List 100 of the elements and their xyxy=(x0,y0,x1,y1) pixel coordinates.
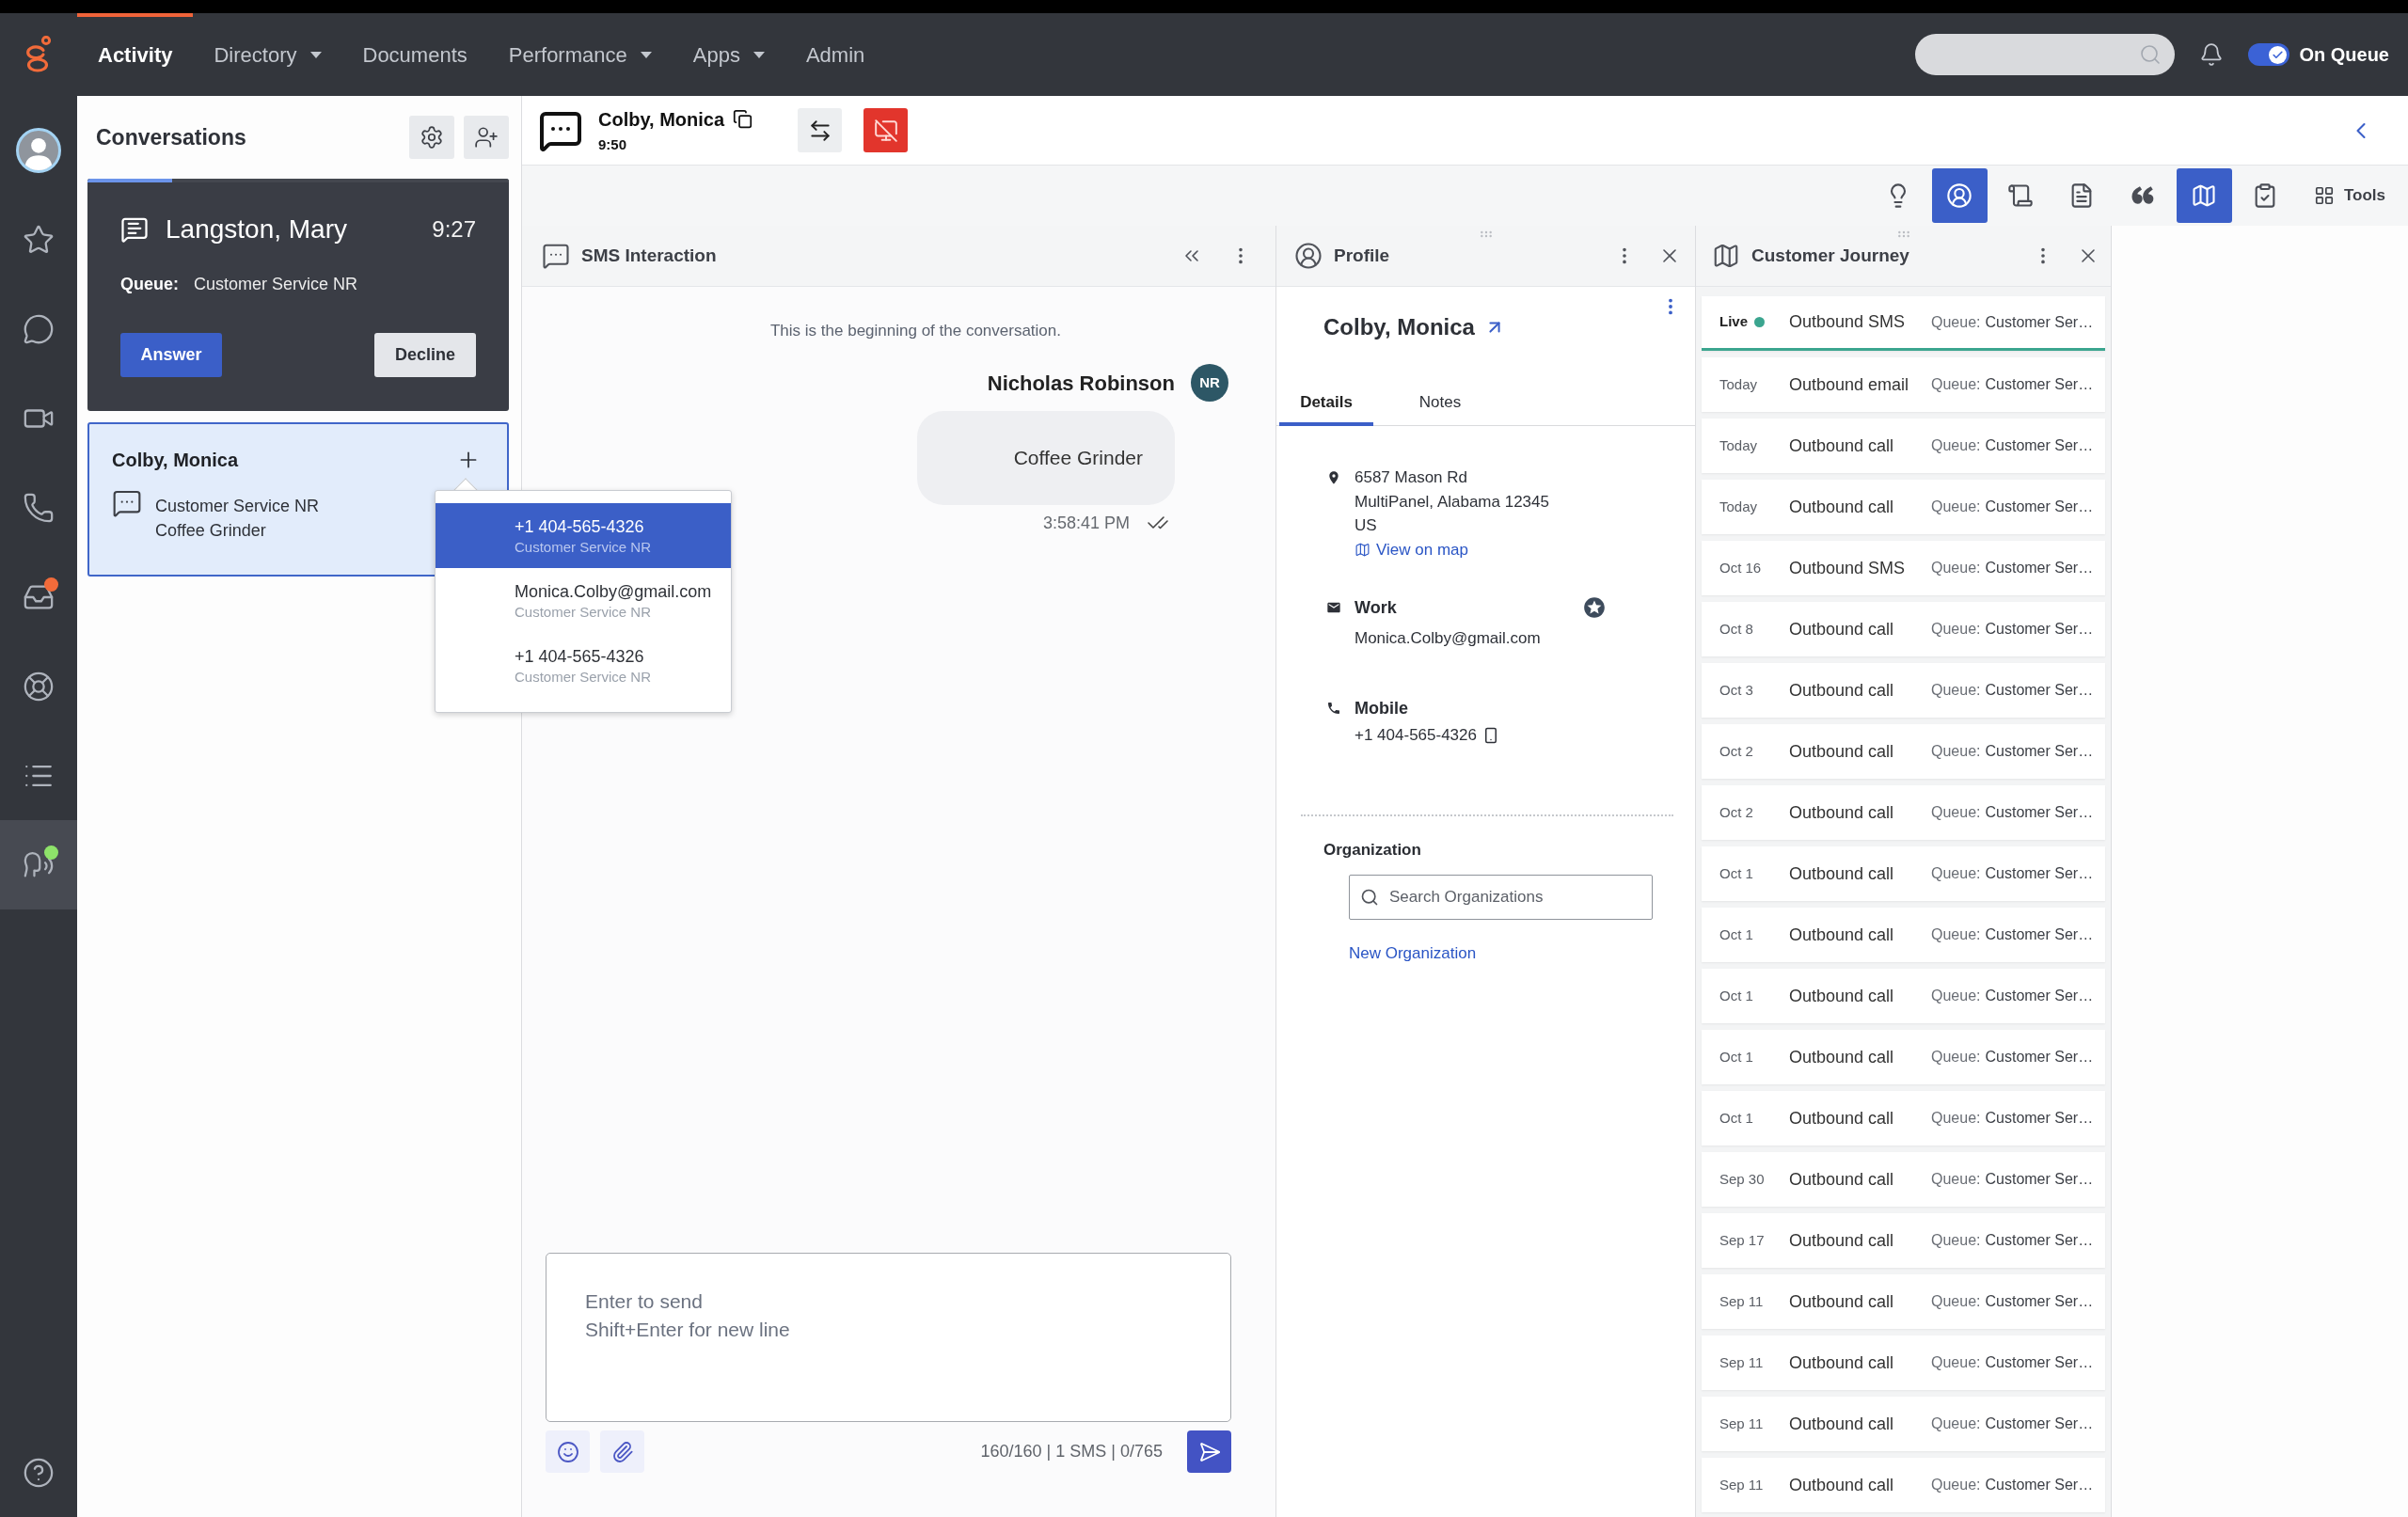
copy-icon[interactable] xyxy=(733,109,753,129)
wait-time: 9:27 xyxy=(432,215,476,244)
queue-name: Customer Ser… xyxy=(1985,1231,2094,1250)
journey-event-card[interactable]: Sep 11 Outbound call Queue: Customer Ser… xyxy=(1702,1274,2105,1329)
bell-icon[interactable] xyxy=(2199,42,2225,67)
contact-option[interactable]: +1 404-565-4326 Customer Service NR xyxy=(436,633,731,698)
event-date: Oct 1 xyxy=(1719,863,1753,883)
journey-event-card[interactable]: Sep 17 Outbound call Queue: Customer Ser… xyxy=(1702,1213,2105,1268)
settings-icon xyxy=(420,125,444,150)
nav-tab[interactable]: Performance xyxy=(487,13,673,96)
queue-label: Queue: xyxy=(1931,864,1981,883)
attach-button[interactable] xyxy=(600,1430,644,1473)
journey-event-card[interactable]: Oct 1 Outbound call Queue: Customer Ser… xyxy=(1702,969,2105,1023)
queue-label: Queue: xyxy=(120,273,179,295)
event-date: Oct 1 xyxy=(1719,1047,1753,1067)
event-date: Sep 11 xyxy=(1719,1414,1764,1433)
event-title: Outbound call xyxy=(1789,618,1895,640)
nav-tab[interactable]: Directory xyxy=(193,13,342,96)
event-date: Today xyxy=(1719,435,1758,455)
contact-type-label: Mobile xyxy=(1354,697,1408,719)
transfer-button[interactable] xyxy=(798,108,842,152)
event-title: Outbound call xyxy=(1789,1290,1895,1313)
event-date: Oct 16 xyxy=(1719,558,1762,577)
queue-label: Queue: xyxy=(1931,803,1981,822)
journey-event-card[interactable]: Today Outbound email Queue: Customer Ser… xyxy=(1702,357,2105,412)
journey-event-card[interactable]: Oct 2 Outbound call Queue: Customer Ser… xyxy=(1702,724,2105,779)
profile-tab[interactable]: Details xyxy=(1279,383,1373,426)
send-button[interactable] xyxy=(1187,1430,1231,1473)
contact-option[interactable]: Monica.Colby@gmail.com Customer Service NR xyxy=(436,568,731,633)
tools-button[interactable]: Tools xyxy=(2304,168,2395,223)
journey-event-card[interactable]: Live Outbound SMS Queue: Customer Ser… xyxy=(1702,296,2105,351)
journey-event-card[interactable]: Oct 2 Outbound call Queue: Customer Ser… xyxy=(1702,785,2105,840)
new-organization-link[interactable]: New Organization xyxy=(1349,941,1477,965)
queue-label: Queue: xyxy=(1931,375,1981,394)
toolbar-button[interactable] xyxy=(2176,168,2232,223)
journey-event-card[interactable]: Oct 16 Outbound SMS Queue: Customer Ser… xyxy=(1702,541,2105,595)
queue-toggle[interactable]: On Queue xyxy=(2248,40,2389,69)
journey-event-card[interactable]: Oct 1 Outbound call Queue: Customer Ser… xyxy=(1702,1030,2105,1084)
search-icon xyxy=(2139,43,2162,66)
conversation-detail: Customer Service NR xyxy=(155,496,320,517)
contact-name: Colby, Monica xyxy=(598,107,725,131)
journey-event-card[interactable]: Oct 1 Outbound call Queue: Customer Ser… xyxy=(1702,908,2105,962)
event-title: Outbound call xyxy=(1789,862,1895,885)
journey-event-card[interactable]: Sep 11 Outbound call Queue: Customer Ser… xyxy=(1702,1335,2105,1390)
phone-device-icon[interactable] xyxy=(1482,726,1499,744)
nav-tab[interactable]: Apps xyxy=(672,13,785,96)
add-person-icon xyxy=(474,125,499,150)
event-title: Outbound call xyxy=(1789,496,1895,518)
queue-label: Queue: xyxy=(1931,1414,1981,1433)
journey-event-card[interactable]: Oct 3 Outbound call Queue: Customer Ser… xyxy=(1702,663,2105,718)
event-title: Outbound SMS xyxy=(1789,311,1907,333)
contact-value: +1 404-565-4326 xyxy=(1354,725,1477,746)
queue-label: Queue: xyxy=(1931,681,1981,700)
event-date: Oct 2 xyxy=(1719,741,1753,761)
contact-option[interactable]: +1 404-565-4326 Customer Service NR xyxy=(436,503,731,568)
emoji-button[interactable] xyxy=(546,1430,590,1473)
queue-label: Queue: xyxy=(1931,925,1981,944)
queue-name: Customer Ser… xyxy=(1985,681,2094,700)
toolbar-button[interactable] xyxy=(1931,168,1988,223)
map-link[interactable]: View on map xyxy=(1354,537,1468,561)
profile-tab[interactable]: Notes xyxy=(1393,383,1487,426)
journey-event-card[interactable]: Sep 11 Outbound call Queue: Customer Ser… xyxy=(1702,1458,2105,1512)
decline-button[interactable]: Decline xyxy=(374,333,476,377)
journey-event-card[interactable]: Oct 1 Outbound call Queue: Customer Ser… xyxy=(1702,846,2105,901)
settings-button[interactable] xyxy=(409,116,454,159)
phone-icon xyxy=(1326,700,1341,717)
journey-event-card[interactable]: Oct 1 Outbound call Queue: Customer Ser… xyxy=(1702,1091,2105,1146)
organization-search-field[interactable]: Search Organizations xyxy=(1349,875,1653,920)
add-participant-button[interactable] xyxy=(464,116,509,159)
star-badge-icon[interactable] xyxy=(1582,595,1607,620)
queue-name: Customer Ser… xyxy=(1985,1476,2094,1494)
incoming-conversation-card[interactable]: Langston, Mary 9:27 Queue: Customer Service NR Answer Decline xyxy=(87,179,509,411)
search-field[interactable] xyxy=(1915,34,2176,75)
answer-button[interactable]: Answer xyxy=(120,333,222,377)
queue-label: Queue: xyxy=(1931,559,1981,577)
journey-event-card[interactable]: Sep 30 Outbound call Queue: Customer Ser… xyxy=(1702,1152,2105,1207)
event-title: Outbound call xyxy=(1789,985,1895,1007)
message-input[interactable]: Enter to send Shift+Enter for new line xyxy=(546,1253,1231,1422)
nav-tab[interactable]: Documents xyxy=(341,13,488,96)
logo-icon[interactable] xyxy=(25,36,52,73)
end-interaction-button[interactable] xyxy=(863,108,908,152)
conversation-card[interactable]: Colby, Monica Customer Service NR Coffee Grinder xyxy=(87,422,509,577)
journey-event-card[interactable]: Sep 11 Outbound call Queue: Customer Ser… xyxy=(1702,1397,2105,1451)
message-icon xyxy=(120,215,149,244)
queue-label: Queue: xyxy=(1931,620,1981,639)
contact-type-label: Work xyxy=(1354,596,1397,619)
journey-event-card[interactable]: Today Outbound call Queue: Customer Ser… xyxy=(1702,480,2105,534)
profile-name: Colby, Monica xyxy=(1323,313,1475,341)
queue-name: Customer Service NR xyxy=(194,273,358,295)
journey-event-card[interactable]: Today Outbound call Queue: Customer Ser… xyxy=(1702,419,2105,473)
queue-name: Customer Ser… xyxy=(1985,1109,2094,1128)
queue-label: Queue: xyxy=(1931,1170,1981,1189)
chat-icon xyxy=(542,242,570,270)
user-circle-icon xyxy=(1946,182,1973,209)
contact-value: Monica.Colby@gmail.com xyxy=(1354,628,1541,649)
queue-name: Customer Ser… xyxy=(1985,620,2094,639)
queue-name: Customer Ser… xyxy=(1985,1048,2094,1067)
journey-event-card[interactable]: Oct 8 Outbound call Queue: Customer Ser… xyxy=(1702,602,2105,656)
panel-title: Customer Journey xyxy=(1751,244,1909,267)
nav-tab[interactable]: Admin xyxy=(784,13,886,96)
